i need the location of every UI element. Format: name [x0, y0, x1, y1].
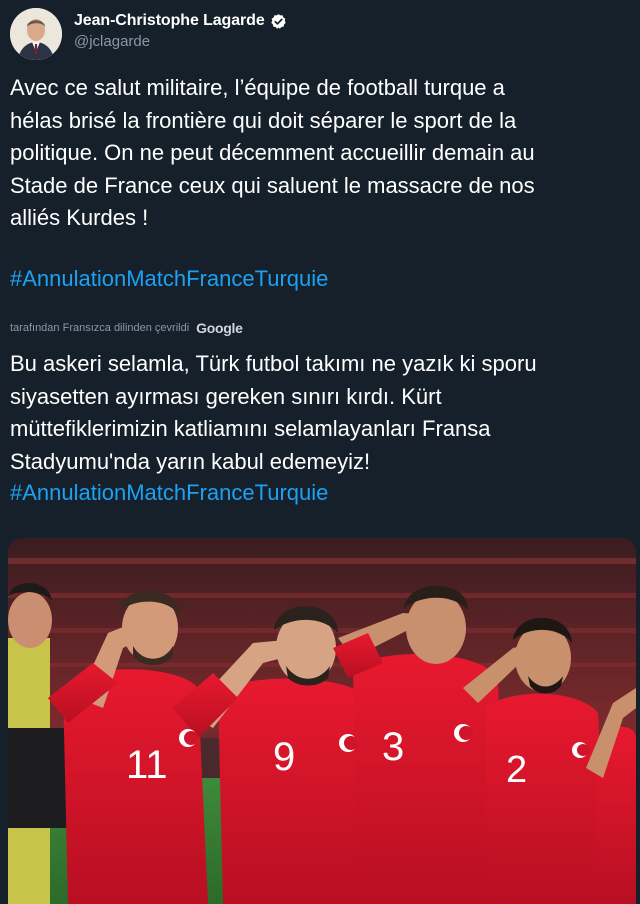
translation-attribution: tarafından Fransızca dilinden çevrildi G…	[10, 320, 243, 336]
google-logo[interactable]: Google	[196, 320, 243, 336]
hashtag-link[interactable]: #AnnulationMatchFranceTurquie	[10, 266, 328, 292]
avatar[interactable]	[10, 8, 62, 60]
translation-note: tarafından Fransızca dilinden çevrildi	[10, 322, 190, 334]
jersey-number-9: 9	[273, 735, 295, 779]
translated-hashtag-link[interactable]: #AnnulationMatchFranceTurquie	[10, 480, 328, 506]
display-name-row: Jean-Christophe Lagarde	[74, 12, 287, 30]
photo-football-players-saluting: 11 9 3 2	[8, 538, 636, 904]
tweet-header: Jean-Christophe Lagarde @jclagarde	[10, 8, 287, 60]
author-names: Jean-Christophe Lagarde @jclagarde	[74, 8, 287, 50]
display-name[interactable]: Jean-Christophe Lagarde	[74, 12, 265, 30]
user-handle[interactable]: @jclagarde	[74, 33, 287, 50]
verified-badge-icon	[270, 13, 287, 30]
translated-tweet-text: Bu askeri selamla, Türk futbol takımı ne…	[10, 351, 537, 474]
jersey-number-2: 2	[506, 749, 527, 791]
tweet-text: Avec ce salut militaire, l’équipe de foo…	[10, 75, 535, 230]
jersey-number-3: 3	[382, 725, 404, 769]
user-avatar-photo-icon	[10, 8, 62, 60]
tweet-media-photo[interactable]: 11 9 3 2	[8, 538, 636, 904]
jersey-number-11: 11	[126, 743, 168, 787]
